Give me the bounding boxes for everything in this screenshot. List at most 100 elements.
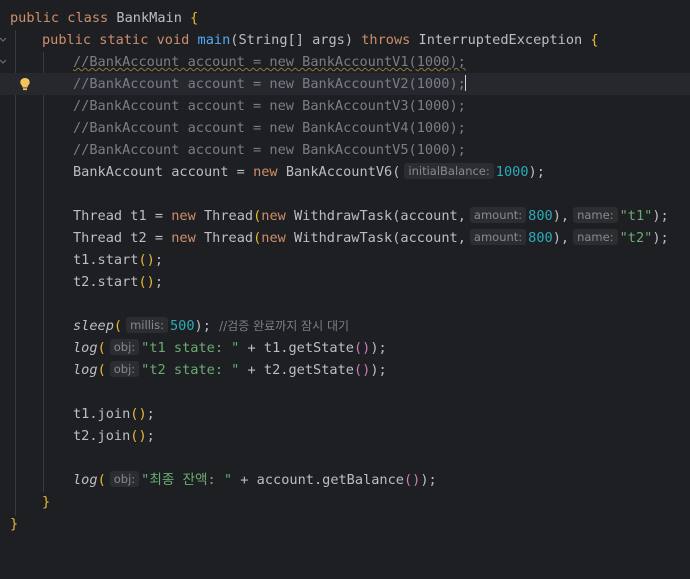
arguments: (account, [392, 230, 466, 246]
string-literal: "t2" [619, 230, 653, 246]
class-name: WithdrawTask [294, 208, 393, 224]
method-name: main [197, 32, 231, 48]
brace: { [590, 32, 599, 48]
static-method: log [73, 472, 98, 488]
code-line[interactable]: BankAccount account = new BankAccountV6(… [0, 161, 690, 183]
punctuation: ), [552, 230, 570, 246]
code-line[interactable]: log(obj: "t2 state: " + t2.getState()); [0, 359, 690, 381]
expression: + t2.getState [239, 362, 354, 378]
string-literal: "최종 잔액: " [141, 472, 233, 488]
string-literal: "t1 state: " [141, 340, 240, 356]
number-literal: 500 [169, 318, 195, 334]
punctuation: ; [146, 406, 155, 422]
class-name: BankMain [116, 10, 182, 26]
closing-brace: } [10, 516, 19, 532]
code-line[interactable]: t1.join(); [0, 403, 690, 425]
declaration: Thread t2 = [73, 230, 164, 246]
static-method: sleep [73, 318, 114, 334]
param-hint: obj: [109, 339, 140, 355]
class-name: Thread [203, 208, 254, 224]
punctuation: ; [154, 252, 164, 268]
exception-name: InterruptedException [418, 32, 583, 48]
comment: //검증 완료까지 잠시 대기 [219, 319, 350, 333]
code-line[interactable]: public static void main(String[] args) t… [0, 29, 690, 51]
punctuation: ); [652, 208, 669, 224]
fold-chevron-icon[interactable] [0, 36, 7, 44]
method-call: t2.start [73, 274, 139, 290]
code-line[interactable]: t2.join(); [0, 425, 690, 447]
code-line[interactable]: Thread t2 = new Thread(new WithdrawTask(… [0, 227, 690, 249]
constructor-call: BankAccountV6( [285, 164, 401, 180]
class-name: Thread [203, 230, 254, 246]
code-line-current[interactable]: //BankAccount account = new BankAccountV… [0, 73, 690, 95]
arguments: (account, [392, 208, 466, 224]
fold-chevron-icon[interactable] [0, 58, 7, 66]
parens: () [130, 406, 147, 422]
param-hint: millis: [126, 317, 168, 333]
comment: //BankAccount account = new BankAccountV… [73, 98, 466, 114]
keyword: new [261, 230, 286, 246]
keyword: public static void [42, 32, 190, 48]
param-hint: obj: [109, 361, 140, 377]
punctuation: ); [194, 318, 211, 334]
keyword: throws [361, 32, 411, 48]
lightbulb-icon[interactable] [19, 77, 31, 91]
punctuation: ); [652, 230, 669, 246]
params: (String[] args) [230, 32, 354, 48]
string-literal: "t2 state: " [141, 362, 240, 378]
code-line[interactable]: } [0, 513, 690, 535]
code-line[interactable]: //BankAccount account = new BankAccountV… [0, 95, 690, 117]
number-literal: 800 [528, 230, 553, 246]
code-line[interactable]: t1.start(); [0, 249, 690, 271]
code-line[interactable]: public class BankMain { [0, 7, 690, 29]
parens: () [353, 340, 371, 356]
string-literal: "t1" [619, 208, 653, 224]
expression: + t1.getState [239, 340, 354, 356]
punctuation: ); [370, 362, 387, 378]
parens: () [403, 472, 421, 488]
code-line[interactable]: sleep(millis: 500); //검증 완료까지 잠시 대기 [0, 315, 690, 337]
code-line[interactable]: //BankAccount account = new BankAccountV… [0, 117, 690, 139]
punctuation: ; [146, 428, 155, 444]
param-hint: obj: [109, 471, 140, 487]
brace: { [190, 10, 199, 26]
parens: () [130, 428, 147, 444]
keyword: new [171, 208, 196, 224]
text-cursor [464, 75, 466, 91]
punctuation: ); [370, 340, 387, 356]
static-method: log [73, 340, 98, 356]
closing-brace: } [42, 494, 51, 510]
param-hint: name: [573, 229, 618, 245]
code-line[interactable]: } [0, 491, 690, 513]
code-line[interactable]: log(obj: "최종 잔액: " + account.getBalance()… [0, 469, 690, 491]
static-method: log [73, 362, 98, 378]
class-name: WithdrawTask [294, 230, 393, 246]
keyword: public class [10, 10, 109, 26]
param-hint: initialBalance: [404, 163, 494, 179]
keyword: new [261, 208, 286, 224]
punctuation: ); [528, 164, 545, 180]
code-line[interactable]: log(obj: "t1 state: " + t1.getState()); [0, 337, 690, 359]
param-hint: amount: [469, 207, 527, 223]
method-call: t1.start [73, 252, 139, 268]
expression: + account.getBalance [232, 472, 404, 488]
parens: () [353, 362, 371, 378]
code-line[interactable]: //BankAccount account = new BankAccountV… [0, 139, 690, 161]
number-literal: 800 [528, 208, 553, 224]
comment: //BankAccount account = new BankAccountV… [73, 120, 466, 136]
comment: //BankAccount account = new BankAccountV… [73, 54, 466, 70]
punctuation: ); [420, 472, 437, 488]
punctuation: ; [154, 274, 164, 290]
number-literal: 1000 [495, 164, 529, 180]
param-hint: amount: [469, 229, 527, 245]
declaration: BankAccount account = [73, 164, 245, 180]
code-line[interactable]: t2.start(); [0, 271, 690, 293]
method-call: t2.join [73, 428, 131, 444]
comment: //BankAccount account = new BankAccountV… [73, 142, 466, 158]
parens: () [138, 274, 155, 290]
code-editor[interactable]: public class BankMain { public static vo… [0, 0, 690, 547]
comment: //BankAccount account = new BankAccountV… [73, 76, 466, 92]
code-line[interactable]: Thread t1 = new Thread(new WithdrawTask(… [0, 205, 690, 227]
code-line[interactable]: //BankAccount account = new BankAccountV… [0, 51, 690, 73]
method-call: t1.join [73, 406, 131, 422]
